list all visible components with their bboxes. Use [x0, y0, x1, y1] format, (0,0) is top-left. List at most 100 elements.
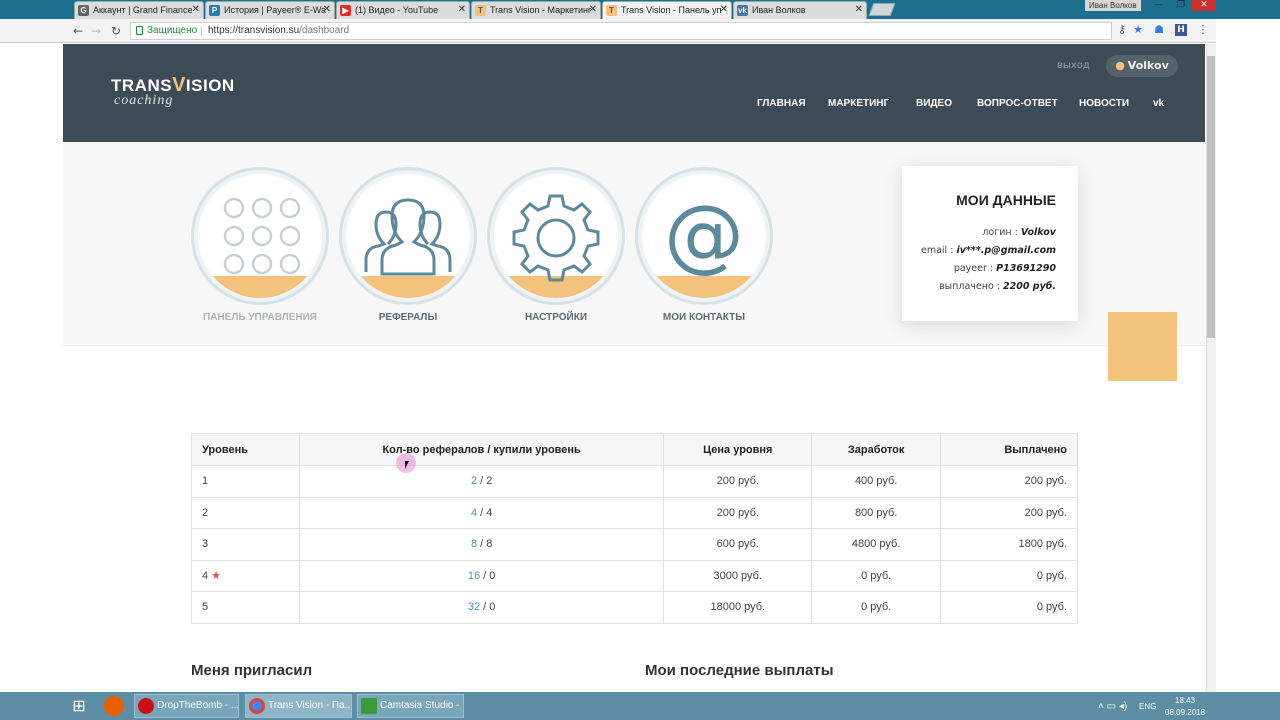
address-bar[interactable]: Защищено https://transvision.su/dashboar…	[130, 22, 1112, 40]
reload-icon[interactable]: ↻	[109, 23, 123, 39]
tab-close-icon[interactable]: ✕	[589, 2, 597, 18]
browser-menu-icon[interactable]: ⋮	[1197, 24, 1209, 36]
tab-title: Trans Vision - Панель уп	[621, 5, 722, 15]
referrals-link[interactable]: 8	[471, 538, 477, 550]
clock-date[interactable]: 08.09.2018	[1165, 708, 1205, 717]
tile-inner	[198, 174, 322, 298]
browser-tab[interactable]: T Trans Vision - Маркетинг ✕	[471, 1, 601, 19]
nav-faq[interactable]: ВОПРОС-ОТВЕТ	[977, 98, 1058, 109]
level-cell: 5	[191, 591, 300, 624]
logout-link[interactable]: выход	[1057, 60, 1090, 71]
browser-profile-name[interactable]: Иван Волков	[1085, 0, 1141, 11]
tab-favicon-icon: ▶	[340, 5, 351, 16]
language-indicator[interactable]: ENG	[1139, 702, 1156, 711]
minimize-window-icon[interactable]: —	[1148, 0, 1170, 11]
browser-tab[interactable]: vk Иван Волков ✕	[733, 1, 867, 19]
price-cell: 200 руб.	[663, 496, 813, 529]
email-label: email :	[920, 245, 954, 256]
table-row: 1 2 / 2 200 руб. 400 руб. 200 руб.	[191, 465, 1078, 498]
tab-favicon-icon: vk	[737, 5, 748, 16]
tile-dashboard[interactable]	[191, 167, 329, 305]
tab-close-icon[interactable]: ✕	[720, 2, 728, 18]
windows-start-icon[interactable]: ⊞	[68, 696, 90, 716]
referrals-link[interactable]: 4	[471, 507, 477, 519]
forward-arrow-icon[interactable]: →	[89, 23, 103, 39]
tab-close-icon[interactable]: ✕	[458, 2, 466, 18]
referrals-link[interactable]: 32	[468, 601, 480, 613]
tile-label-referrals[interactable]: РЕФЕРАЛЫ	[328, 312, 488, 323]
level-cell: 1	[191, 465, 300, 498]
bought-count: 2	[486, 475, 493, 488]
tab-favicon-icon: T	[475, 5, 486, 16]
my-data-card: МОИ ДАННЫЕ логин : Volkov email : iv***.…	[902, 166, 1078, 321]
taskbar-task[interactable]: Camtasia Studio - ...	[357, 694, 464, 718]
email-value: iv***.p@gmail.com	[956, 245, 1056, 256]
tile-label-dashboard[interactable]: ПАНЕЛЬ УПРАВЛЕНИЯ	[180, 312, 340, 323]
tab-favicon-icon: G	[78, 5, 89, 16]
paid-cell: 0 руб.	[940, 591, 1078, 624]
bought-count: 0	[489, 569, 496, 582]
opera-icon	[138, 698, 154, 714]
maximize-window-icon[interactable]: ❐	[1170, 0, 1192, 11]
tile-contacts[interactable]: @	[635, 167, 773, 305]
tile-label-settings[interactable]: НАСТРОЙКИ	[476, 312, 636, 323]
earned-cell: 4800 руб.	[811, 528, 942, 561]
tab-close-icon[interactable]: ✕	[323, 2, 331, 18]
user-button[interactable]: ● Volkov	[1106, 55, 1178, 77]
task-title: Trans Vision - Па...	[268, 700, 352, 711]
clock-time[interactable]: 18:43	[1175, 696, 1195, 705]
bought-count: 0	[489, 601, 496, 614]
price-cell: 18000 руб.	[663, 591, 813, 624]
at-icon: @	[664, 188, 744, 281]
login-value: Volkov	[1020, 227, 1056, 238]
key-icon[interactable]: ⚷	[1116, 24, 1128, 36]
nav-news[interactable]: НОВОСТИ	[1079, 98, 1129, 109]
bought-count: 4	[486, 506, 493, 519]
tile-referrals[interactable]	[339, 167, 477, 305]
nav-marketing[interactable]: МАРКЕТИНГ	[828, 98, 889, 109]
taskbar-task[interactable]: DropTheBomb - ...	[134, 694, 239, 718]
referrals-link[interactable]: 16	[468, 570, 480, 582]
taskbar-task-active[interactable]: Trans Vision - Па...	[245, 694, 352, 718]
browser-tab[interactable]: ▶ (1) Видео - YouTube ✕	[336, 1, 470, 19]
extension-icon[interactable]: ☗	[1153, 24, 1165, 36]
browser-tab[interactable]: P История | Payeer® E-Wa ✕	[205, 1, 335, 19]
mouse-cursor	[396, 453, 416, 473]
vk-icon[interactable]: vk	[1153, 98, 1164, 109]
close-window-icon[interactable]: ✕	[1192, 0, 1216, 11]
back-arrow-icon[interactable]: ←	[71, 23, 85, 39]
level-cell: 3	[191, 528, 300, 561]
tile-settings[interactable]	[487, 167, 625, 305]
logo-part: ISION	[185, 76, 235, 95]
referrals-cell: 2 / 2	[298, 465, 665, 498]
scrollbar-thumb[interactable]	[1207, 56, 1215, 338]
bookmark-star-icon[interactable]: ★	[1132, 24, 1144, 36]
paid-cell: 200 руб.	[940, 496, 1078, 529]
nav-video[interactable]: ВИДЕО	[916, 98, 952, 109]
url-text: https://transvision.su/dashboard	[208, 23, 349, 39]
tile-inner	[346, 174, 470, 298]
camtasia-icon	[361, 698, 377, 714]
earned-cell: 400 руб.	[811, 465, 942, 498]
tab-close-icon[interactable]: ✕	[192, 2, 200, 18]
paid-value: 2200 руб.	[1003, 281, 1056, 292]
tab-title: История | Payeer® E-Wa	[224, 5, 327, 15]
url-host: https://transvision.su	[208, 25, 300, 36]
referrals-cell: 32 / 0	[298, 591, 665, 624]
tile-inner: @	[642, 174, 766, 298]
firefox-icon[interactable]	[104, 696, 124, 716]
tab-favicon-icon: P	[209, 5, 220, 16]
referrals-link[interactable]: 2	[471, 475, 477, 487]
tab-close-icon[interactable]: ✕	[855, 2, 863, 18]
level-number: 1	[202, 475, 209, 488]
browser-tab[interactable]: G Аккаунт | Grand Finance ✕	[74, 1, 204, 19]
payeer-value: P13691290	[996, 263, 1056, 274]
paid-cell: 0 руб.	[940, 559, 1078, 592]
nav-home[interactable]: ГЛАВНАЯ	[757, 98, 806, 109]
extension-h-icon[interactable]: H	[1175, 24, 1187, 36]
tray-icons[interactable]: ˄ ▭ ◂)	[1098, 701, 1127, 712]
browser-tab-active[interactable]: T Trans Vision - Панель уп ✕	[602, 1, 732, 19]
tile-label-contacts[interactable]: МОИ КОНТАКТЫ	[624, 312, 784, 323]
lock-icon	[136, 26, 143, 35]
new-tab-button[interactable]	[868, 3, 896, 16]
